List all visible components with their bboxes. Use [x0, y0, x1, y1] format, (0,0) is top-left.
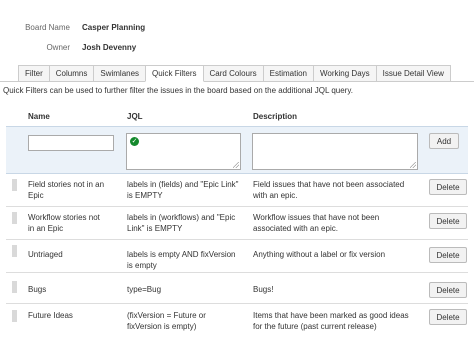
intro-text: Quick Filters can be used to further fil…: [3, 86, 353, 95]
description-input[interactable]: [252, 133, 418, 170]
board-name-row: Board Name Casper Planning: [0, 20, 145, 34]
board-name-label: Board Name: [25, 22, 70, 32]
tab-columns[interactable]: Columns: [48, 65, 95, 82]
owner-row: Owner Josh Devenny: [0, 40, 136, 54]
resize-handle-icon[interactable]: [410, 162, 416, 168]
filter-jql: type=Bug: [127, 285, 162, 294]
tab-quick-filters[interactable]: Quick Filters: [145, 65, 204, 82]
filter-name: Untriaged: [28, 250, 63, 259]
filter-jql: (fixVersion = Future or fixVersion is em…: [127, 311, 206, 331]
table-row: Workflow stories not in an Epic labels i…: [6, 207, 468, 240]
table-row: Bugs type=Bug Bugs! Delete: [6, 273, 468, 304]
delete-button[interactable]: Delete: [429, 213, 467, 229]
tab-working-days[interactable]: Working Days: [313, 65, 377, 82]
drag-handle-icon[interactable]: [12, 245, 17, 257]
drag-handle-icon[interactable]: [12, 179, 17, 191]
config-tabs: Filter Columns Swimlanes Quick Filters C…: [18, 65, 451, 82]
drag-handle-icon[interactable]: [12, 310, 17, 322]
owner-value: Josh Devenny: [82, 42, 137, 52]
owner-label: Owner: [46, 42, 70, 52]
jql-input[interactable]: ✓: [126, 133, 241, 170]
table-row: Field stories not in an Epic labels in (…: [6, 174, 468, 207]
add-filter-row: ✓ Add: [6, 126, 468, 174]
column-header-jql: JQL: [127, 112, 143, 121]
filter-name: Bugs: [28, 285, 47, 294]
table-row: Untriaged labels is empty AND fixVersion…: [6, 240, 468, 273]
tab-issue-detail-view[interactable]: Issue Detail View: [375, 65, 451, 82]
tab-estimation[interactable]: Estimation: [262, 65, 314, 82]
filter-name: Field stories not in an Epic: [28, 180, 105, 200]
filter-jql: labels in (fields) and "Epic Link" is EM…: [127, 180, 239, 200]
resize-handle-icon[interactable]: [233, 162, 239, 168]
filter-description: Field issues that have not been associat…: [253, 180, 405, 200]
table-row: Future Ideas (fixVersion = Future or fix…: [6, 304, 468, 337]
column-header-name: Name: [28, 112, 50, 121]
delete-button[interactable]: Delete: [429, 179, 467, 195]
tab-filter[interactable]: Filter: [18, 65, 50, 82]
delete-button[interactable]: Delete: [429, 247, 467, 263]
filter-description: Workflow issues that have not been assoc…: [253, 213, 380, 233]
column-header-description: Description: [253, 112, 298, 121]
board-name-value: Casper Planning: [82, 22, 146, 32]
tab-card-colours[interactable]: Card Colours: [202, 65, 264, 82]
filter-jql: labels in (workflows) and "Epic Link" is…: [127, 213, 236, 233]
filter-description: Anything without a label or fix version: [253, 250, 386, 259]
delete-button[interactable]: Delete: [429, 309, 467, 325]
filter-description: Items that have been marked as good idea…: [253, 311, 409, 331]
name-input[interactable]: [28, 135, 114, 151]
filter-name: Future Ideas: [28, 311, 73, 320]
delete-button[interactable]: Delete: [429, 282, 467, 298]
add-button[interactable]: Add: [429, 133, 459, 149]
tab-swimlanes[interactable]: Swimlanes: [93, 65, 147, 82]
drag-handle-icon[interactable]: [12, 212, 17, 224]
check-circle-icon: ✓: [130, 137, 139, 146]
filter-description: Bugs!: [253, 285, 274, 294]
filter-name: Workflow stories not in an Epic: [28, 213, 100, 233]
filter-jql: labels is empty AND fixVersion is empty: [127, 250, 236, 270]
drag-handle-icon[interactable]: [12, 281, 17, 293]
